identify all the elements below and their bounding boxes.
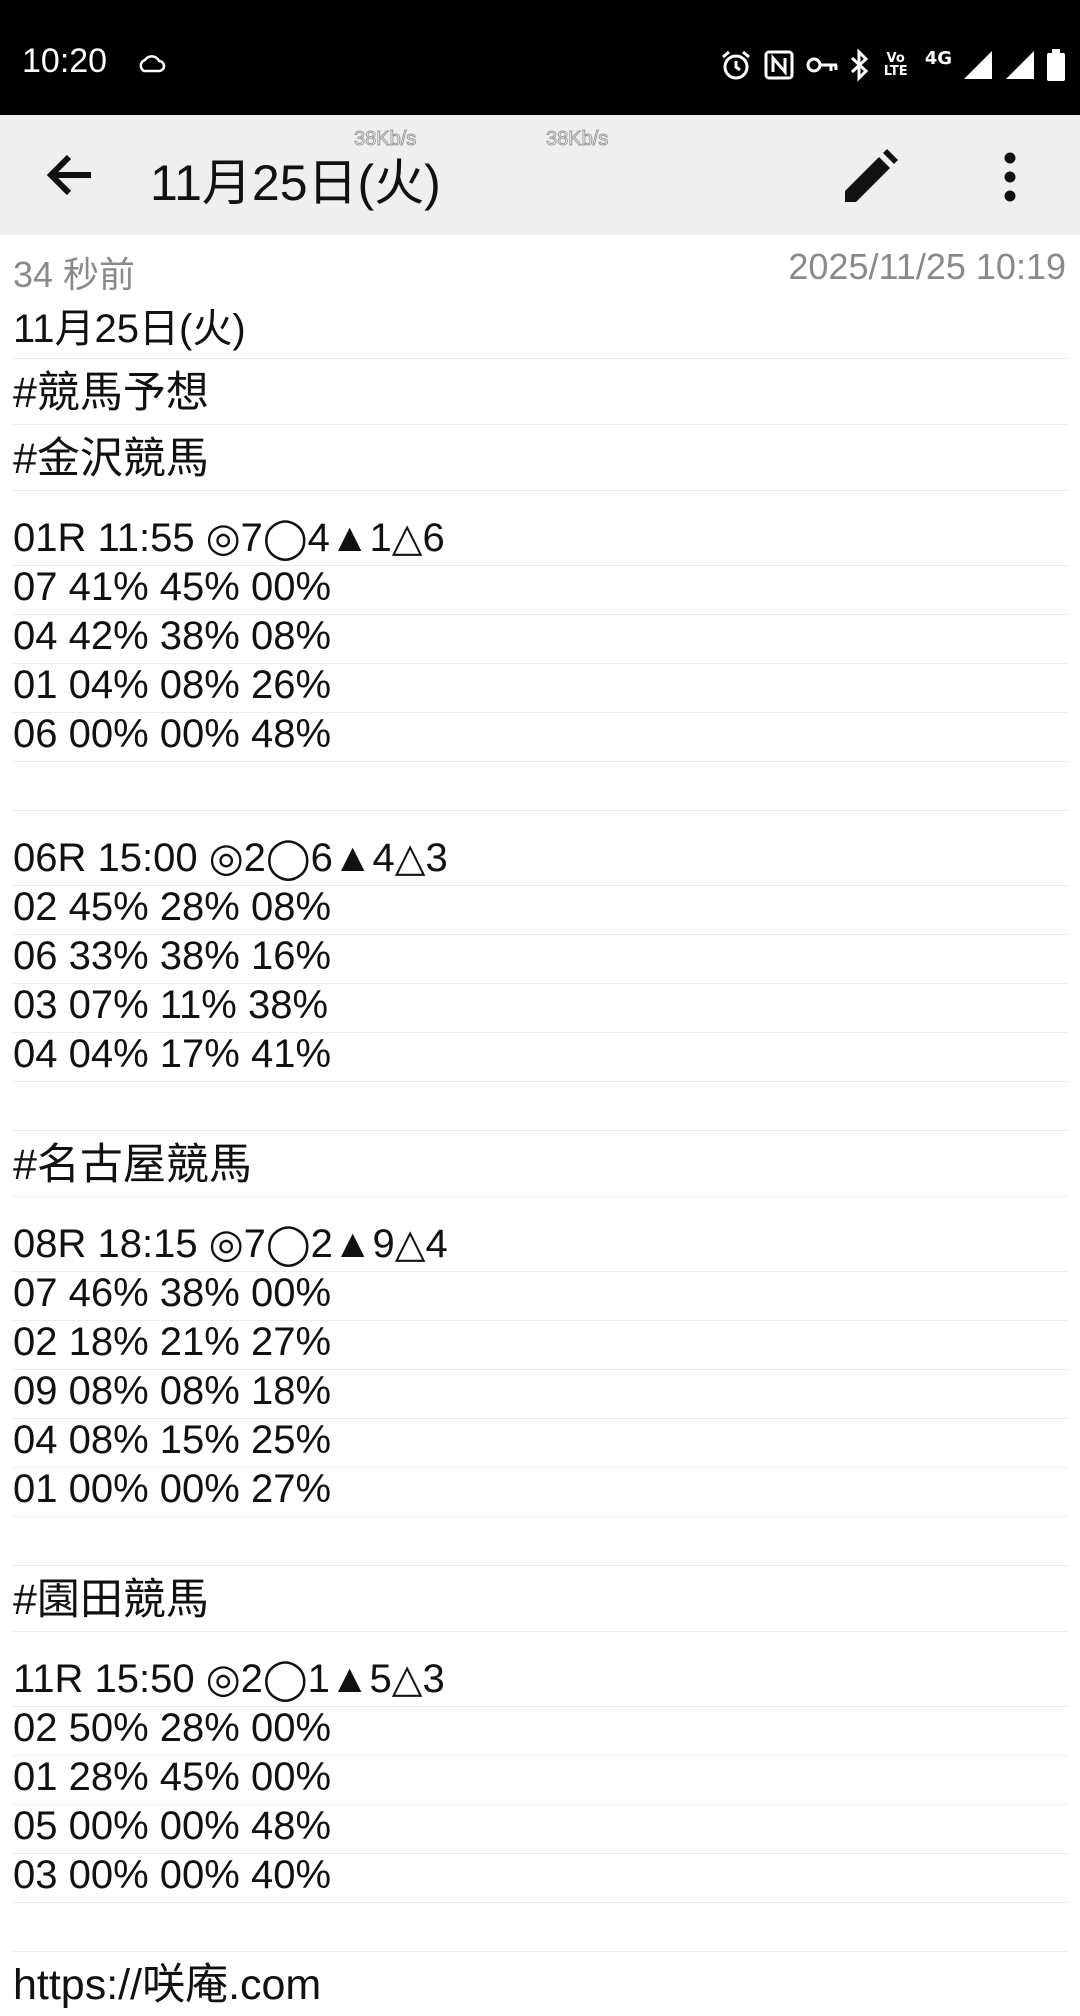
note-line: 07 46% 38% 00% [13,1271,1068,1321]
network-speed-overlay: 38Kb/s [353,128,417,151]
pencil-icon [845,149,898,202]
note-line: 03 07% 11% 38% [13,983,1068,1033]
note-line [13,1517,1068,1566]
page-title: 11月25日(火) [150,155,441,211]
note-body[interactable]: 11月25日(火) #競馬予想 #金沢競馬 01R 11:55 ◎7◯4▲1△6… [13,307,1068,2016]
app-bar: 11月25日(火) 38Kb/s 38Kb/s [0,115,1080,235]
note-line: 07 41% 45% 00% [13,565,1068,615]
note-link-line[interactable]: https://咲庵.com [13,1952,1068,2016]
note-line [13,762,1068,811]
note-line: 01 04% 08% 26% [13,663,1068,713]
edit-button[interactable] [836,145,904,209]
note-line [13,1903,1068,1952]
back-button[interactable] [36,145,104,205]
note-line: 11月25日(火) [13,307,1068,359]
signal-icon [964,51,992,79]
note-line: 11R 15:50 ◎2◯1▲5△3 [13,1632,1068,1707]
back-arrow-icon [46,154,91,196]
note-line: #園田競馬 [13,1566,1068,1632]
note-line [13,1082,1068,1131]
note-line: #名古屋競馬 [13,1131,1068,1197]
note-line: 05 00% 00% 48% [13,1804,1068,1854]
4g-icon: 4G [924,47,952,69]
note-line: 04 08% 15% 25% [13,1418,1068,1468]
status-time: 10:20 [22,42,108,80]
note-line: 01R 11:55 ◎7◯4▲1△6 [13,491,1068,566]
battery-icon [1047,49,1065,81]
note-line: 06 00% 00% 48% [13,712,1068,762]
status-bar: 10:20 Vo LTE 4G [0,0,1080,115]
network-speed-overlay: 38Kb/s [545,128,609,151]
more-vert-icon [1004,152,1016,202]
note-line: 08R 18:15 ◎7◯2▲9△4 [13,1197,1068,1272]
volte-icon: Vo LTE [883,51,908,79]
note-line: #金沢競馬 [13,425,1068,491]
note-line: 09 08% 08% 18% [13,1369,1068,1419]
relative-time: 34 秒前 [13,254,136,295]
note-line: 02 50% 28% 00% [13,1706,1068,1756]
note-line: 03 00% 00% 40% [13,1853,1068,1903]
note-line: #競馬予想 [13,359,1068,425]
url-link[interactable]: https://咲庵.com [13,1950,321,2012]
note-line: 06 33% 38% 16% [13,934,1068,984]
status-icons: Vo LTE 4G [719,45,1066,85]
bluetooth-icon [850,48,868,82]
note-line: 04 04% 17% 41% [13,1032,1068,1082]
more-options-button[interactable] [980,145,1040,209]
note-line: 02 18% 21% 27% [13,1320,1068,1370]
note-line: 04 42% 38% 08% [13,614,1068,664]
vpn-key-icon [806,57,838,73]
note-line: 06R 15:00 ◎2◯6▲4△3 [13,811,1068,886]
timestamp: 2025/11/25 10:19 [788,246,1066,287]
cloud-icon [139,55,166,73]
nfc-icon [764,50,794,80]
alarm-icon [721,50,750,80]
note-line: 01 28% 45% 00% [13,1755,1068,1805]
note-line: 01 00% 00% 27% [13,1467,1068,1517]
signal-icon [1006,51,1034,79]
note-line: 02 45% 28% 08% [13,885,1068,935]
